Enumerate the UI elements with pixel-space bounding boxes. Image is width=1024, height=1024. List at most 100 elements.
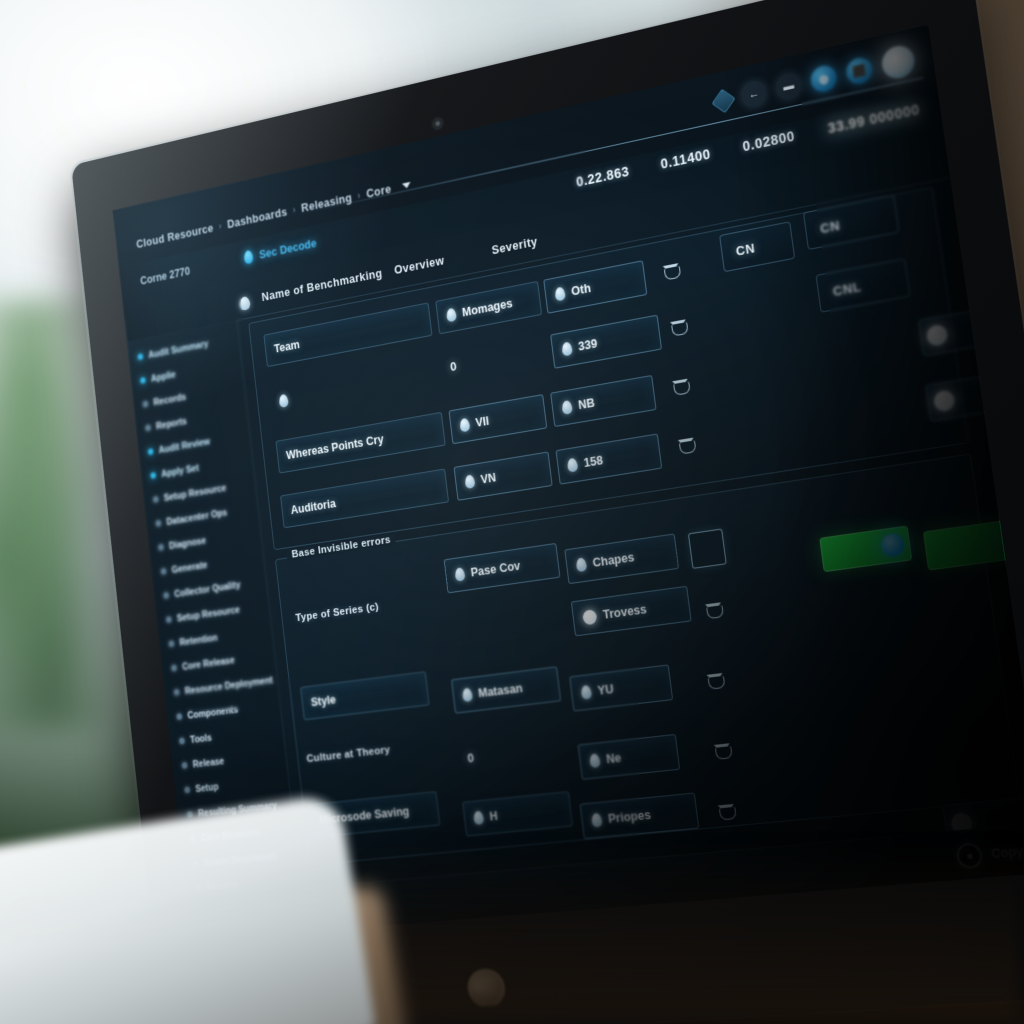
metric-value: 0.02800	[741, 127, 796, 155]
diamond-icon[interactable]	[711, 88, 736, 114]
overview-field-b4[interactable]: H	[462, 791, 574, 837]
bullet-icon	[170, 664, 178, 672]
bullet-icon	[157, 543, 165, 551]
field-value: Priopes	[607, 807, 652, 826]
bullet-icon	[178, 737, 186, 745]
breadcrumb-separator: ›	[292, 204, 297, 216]
trash-icon[interactable]	[678, 437, 696, 454]
column-header-overview: Overview	[393, 253, 445, 277]
checkbox[interactable]	[687, 528, 727, 569]
trash-icon[interactable]	[672, 378, 690, 395]
trash-icon[interactable]	[662, 262, 680, 280]
severity-field-0[interactable]: Oth	[543, 260, 648, 314]
name-field-b2[interactable]: Style	[300, 671, 430, 721]
sidebar-item-label: Collector Quality	[173, 578, 241, 600]
overview-field-0[interactable]: Momages	[435, 280, 543, 335]
sidebar-item-label: Generate	[171, 559, 208, 576]
breadcrumb-part-0[interactable]: Cloud Resource	[136, 222, 214, 251]
field-value: 158	[582, 453, 604, 470]
overview-field-3[interactable]: VN	[453, 451, 553, 501]
photo-scene: Cloud Resource › Dashboards › Releasing …	[0, 0, 1024, 1024]
overview-field-b0[interactable]: Pase Cov	[443, 542, 561, 594]
sidebar-item-label: Components	[186, 703, 239, 721]
drop-icon	[561, 399, 573, 415]
drop-icon	[590, 812, 603, 828]
field-value: Chapes	[591, 550, 635, 570]
sidebar-item-label: Setup Resource	[163, 482, 227, 504]
sidebar-item-label: Apply Set	[160, 462, 200, 480]
drop-glyph: ◍	[818, 72, 830, 87]
bullet-icon	[168, 640, 175, 648]
breadcrumb-separator: ›	[218, 221, 223, 232]
sidebar-item-label: Diagnose	[168, 534, 207, 552]
severity-field-3[interactable]: 158	[555, 433, 663, 485]
drop-icon	[238, 295, 251, 312]
toggle-knob	[925, 323, 949, 348]
field-value: H	[488, 809, 499, 824]
breadcrumb-part-1[interactable]: Dashboards	[227, 205, 288, 231]
field-value: Style	[310, 693, 337, 710]
breadcrumb-separator: ›	[356, 190, 362, 202]
tab-sec-decode[interactable]: Sec Decode	[243, 236, 317, 265]
trash-icon[interactable]	[670, 318, 688, 335]
sidebar-item-label: Release	[192, 755, 225, 770]
minimize-icon[interactable]: ▬	[774, 71, 804, 102]
drop-icon	[464, 474, 476, 489]
field-value: Momages	[461, 296, 514, 320]
bullet-icon	[142, 400, 149, 408]
overview-field-b2[interactable]: Matasan	[451, 666, 562, 714]
cn-button-label: CNL	[831, 278, 863, 299]
field-value: Oth	[570, 281, 592, 299]
field-value: VII	[474, 414, 490, 430]
breadcrumb-part-2[interactable]: Releasing	[301, 191, 353, 215]
drop-icon	[575, 557, 588, 573]
drop-icon	[461, 687, 473, 703]
severity-field-2[interactable]: NB	[550, 374, 657, 428]
sidebar-item-label: Applie	[150, 368, 177, 385]
toggle-knob	[879, 532, 906, 558]
bullet-icon	[155, 519, 162, 527]
severity-field-1[interactable]: 339	[550, 314, 663, 369]
severity-field-b4[interactable]: Priopes	[579, 792, 700, 840]
solid-dot-icon	[582, 608, 598, 625]
sidebar-item-label: Tools	[189, 731, 213, 746]
drop-icon[interactable]: ◍	[809, 63, 839, 95]
sidebar-item-label: Retention	[178, 631, 219, 649]
bullet-icon	[145, 424, 152, 432]
bullet-icon	[165, 616, 172, 624]
minimize-glyph: ▬	[782, 79, 795, 94]
sidebar-item-label: Datacenter Ops	[165, 506, 228, 528]
row-label: Culture at Theory	[306, 744, 391, 765]
cn-button-label: CN	[819, 217, 841, 236]
field-value: Matasan	[477, 681, 524, 701]
overview-value-b3: 0	[466, 750, 475, 766]
tab-inactive[interactable]: Corne 2770	[140, 265, 191, 288]
drop-icon	[278, 393, 289, 408]
back-arrow-icon[interactable]: ←	[739, 78, 769, 110]
cn-button-label: CN	[734, 239, 756, 259]
drop-icon	[445, 307, 457, 323]
bullet-icon	[184, 786, 191, 794]
overview-field-2[interactable]: VII	[448, 394, 548, 445]
bullet-icon	[181, 761, 188, 769]
field-value: Trovess	[602, 602, 648, 622]
trash-icon[interactable]	[717, 803, 735, 820]
bullet-icon	[152, 495, 159, 503]
drop-icon	[454, 567, 466, 582]
drop-icon	[459, 417, 471, 433]
drop-icon	[566, 457, 579, 473]
bullet-icon	[150, 471, 157, 480]
field-value: VN	[479, 470, 497, 487]
breadcrumb-part-3[interactable]: Core	[366, 183, 392, 201]
toggle-knob	[932, 388, 957, 413]
record-icon[interactable]	[879, 42, 917, 82]
trash-icon[interactable]	[705, 601, 723, 618]
drop-icon	[243, 249, 254, 265]
metric-value: 0.22.863	[575, 163, 631, 190]
severity-field-b1[interactable]: Trovess	[570, 585, 692, 637]
field-value: NB	[577, 395, 596, 413]
overview-value-1: 0	[449, 358, 458, 374]
caret-down-icon[interactable]	[401, 181, 411, 190]
trash-icon[interactable]	[706, 672, 724, 689]
badge-icon[interactable]: ⬛	[844, 55, 875, 87]
